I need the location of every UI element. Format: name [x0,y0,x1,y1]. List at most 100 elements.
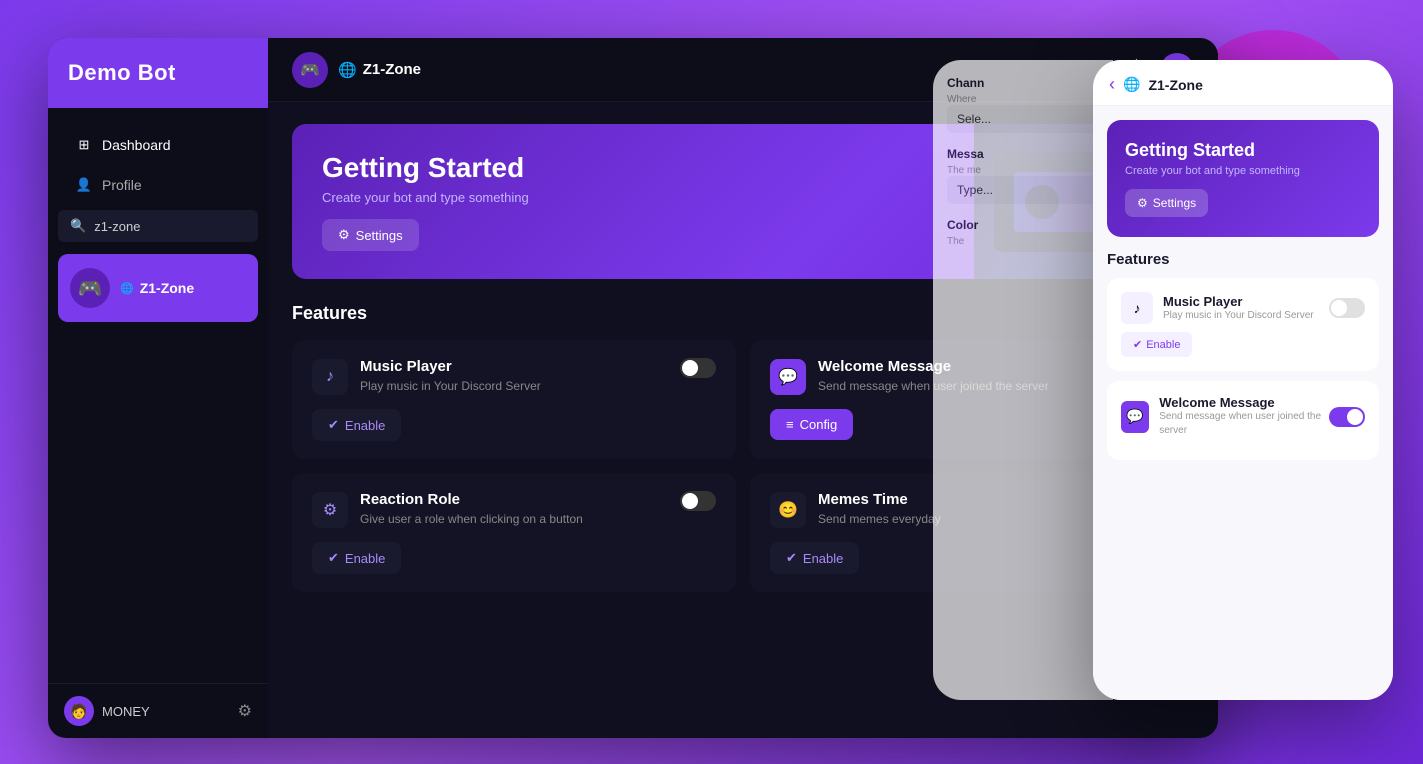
mobile-getting-started-card: Getting Started Create your bot and type… [1107,120,1379,237]
sidebar-nav: ⊞ Dashboard 👤 Profile 🔍 🎮 🌐 Z1-Zone [48,108,268,683]
mobile-server-name: Z1-Zone [1148,77,1202,93]
partial-row-message: Messa The me Type... [947,147,1099,204]
memes-time-enable-button[interactable]: ✔ Enable [770,542,859,574]
sidebar-item-profile[interactable]: 👤 Profile [56,166,260,204]
sidebar-search[interactable]: 🔍 [58,210,258,242]
memes-time-title: Memes Time [818,491,941,508]
server-name: 🌐 Z1-Zone [120,280,194,296]
toggle-thumb [682,493,698,509]
mobile-welcome-icon: 💬 [1121,401,1149,433]
sidebar-item-dashboard[interactable]: ⊞ Dashboard [56,126,260,164]
footer-user: 🧑 MONEY [64,696,150,726]
sidebar: Demo Bot ⊞ Dashboard 👤 Profile 🔍 🎮 [48,38,268,738]
mobile-music-enable-button[interactable]: ✔ Enable [1121,332,1192,357]
mobile-welcome-info: Welcome Message Send message when user j… [1159,395,1329,438]
mobile-settings-icon: ⚙ [1137,196,1148,210]
feature-card-reaction-footer: ✔ Enable [312,542,716,574]
mobile-enable-icon: ✔ [1133,338,1142,351]
mobile-preview: ‹ 🌐 Z1-Zone Getting Started Create your … [1093,60,1393,700]
banner-text: Getting Started Create your bot and type… [322,152,529,251]
mobile-features-title: Features [1107,251,1379,268]
reaction-role-enable-button[interactable]: ✔ Enable [312,542,401,574]
topbar-left: 🎮 🌐 Z1-Zone [292,52,421,88]
partial-theme-label: The me [947,165,1099,176]
enable-icon: ✔ [328,417,339,433]
mobile-music-info: Music Player Play music in Your Discord … [1163,294,1314,323]
search-input[interactable] [94,219,246,234]
feature-card-music-player: ♪ Music Player Play music in Your Discor… [292,340,736,459]
topbar-server-name: 🌐 Z1-Zone [338,61,421,79]
topbar-globe-icon: 🌐 [338,61,357,79]
topbar-server-avatar: 🎮 [292,52,328,88]
enable-icon: ✔ [328,550,339,566]
reaction-role-toggle[interactable] [680,491,716,511]
mobile-toggle-thumb [1331,300,1347,316]
server-avatar: 🎮 [70,268,110,308]
reaction-role-title: Reaction Role [360,491,583,508]
music-player-toggle[interactable] [680,358,716,378]
mobile-music-icon: ♪ [1121,292,1153,324]
reaction-role-icon: ⚙ [312,492,348,528]
mobile-welcome-left: 💬 Welcome Message Send message when user… [1121,395,1329,438]
config-icon: ≡ [786,417,794,432]
search-icon: 🔍 [70,218,86,234]
dashboard-icon: ⊞ [76,137,92,153]
partial-where-label: Where [947,94,1099,105]
reaction-role-desc: Give user a role when clicking on a butt… [360,510,583,528]
mobile-settings-button[interactable]: ⚙ Settings [1125,189,1208,217]
partial-color-label: Color [947,218,1099,232]
mobile-music-left: ♪ Music Player Play music in Your Discor… [1121,292,1314,324]
mobile-music-toggle[interactable] [1329,298,1365,318]
mobile-music-player-card: ♪ Music Player Play music in Your Discor… [1107,278,1379,371]
music-player-icon: ♪ [312,359,348,395]
banner-settings-button[interactable]: ⚙ Settings [322,219,419,251]
footer-username: MONEY [102,704,150,719]
partial-the-label: The [947,236,1099,247]
mobile-welcome-card: 💬 Welcome Message Send message when user… [1107,381,1379,460]
mobile-back-button[interactable]: ‹ [1109,74,1115,95]
mobile-music-desc: Play music in Your Discord Server [1163,309,1314,323]
sidebar-footer: 🧑 MONEY ⚙ [48,683,268,738]
mobile-features-section: Features ♪ Music Player Play music in Yo… [1093,237,1393,460]
sidebar-item-label: Dashboard [102,137,171,153]
partial-content: Chann Where Sele... Messa The me Type...… [933,60,1113,277]
partial-row-color: Color The [947,218,1099,247]
footer-avatar: 🧑 [64,696,94,726]
memes-time-desc: Send memes everyday [818,510,941,528]
mobile-welcome-toggle[interactable] [1329,407,1365,427]
partial-panel: Chann Where Sele... Messa The me Type...… [933,60,1113,700]
feature-card-reaction-role: ⚙ Reaction Role Give user a role when cl… [292,473,736,592]
feature-card-music-footer: ✔ Enable [312,409,716,441]
memes-time-icon: 😊 [770,492,806,528]
mobile-content: Getting Started Create your bot and type… [1093,106,1393,700]
partial-channel-label: Chann [947,76,1099,90]
music-player-enable-button[interactable]: ✔ Enable [312,409,401,441]
partial-channel-input: Sele... [947,105,1099,133]
banner-title: Getting Started [322,152,529,184]
partial-message-label: Messa [947,147,1099,161]
mobile-welcome-row: 💬 Welcome Message Send message when user… [1121,395,1365,438]
settings-icon[interactable]: ⚙ [238,701,252,721]
partial-message-input: Type... [947,176,1099,204]
feature-card-reaction-header: ⚙ Reaction Role Give user a role when cl… [312,491,716,528]
sidebar-logo: Demo Bot [48,38,268,108]
feature-card-music-header: ♪ Music Player Play music in Your Discor… [312,358,716,395]
globe-icon: 🌐 [120,282,134,295]
mobile-music-player-row: ♪ Music Player Play music in Your Discor… [1121,292,1365,324]
server-card[interactable]: 🎮 🌐 Z1-Zone [58,254,258,322]
sidebar-item-label: Profile [102,177,142,193]
partial-row-channel: Chann Where Sele... [947,76,1099,133]
mobile-topbar: ‹ 🌐 Z1-Zone [1093,60,1393,106]
mobile-banner-title: Getting Started [1125,140,1361,161]
mobile-welcome-desc: Send message when user joined the server [1159,410,1329,438]
settings-gear-icon: ⚙ [338,227,350,243]
welcome-message-icon: 💬 [770,359,806,395]
profile-icon: 👤 [76,177,92,193]
music-player-desc: Play music in Your Discord Server [360,377,541,395]
mobile-music-title: Music Player [1163,294,1314,309]
welcome-message-config-button[interactable]: ≡ Config [770,409,853,440]
mobile-toggle-thumb [1347,409,1363,425]
mobile-welcome-title: Welcome Message [1159,395,1329,410]
banner-subtitle: Create your bot and type something [322,190,529,205]
mobile-globe-icon: 🌐 [1123,76,1140,93]
